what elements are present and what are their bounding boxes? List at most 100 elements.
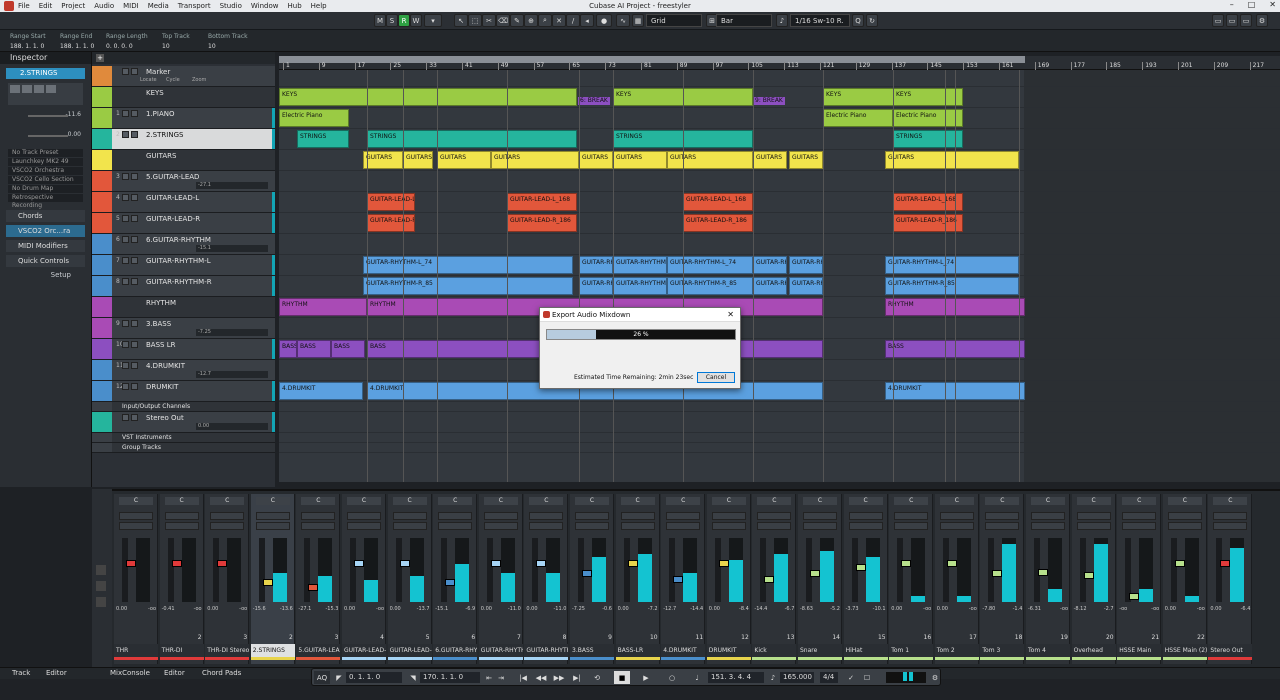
channel-volume-value[interactable]: 0.00 <box>709 606 720 612</box>
marker-option[interactable]: Locate <box>140 77 157 83</box>
mixer-channel[interactable]: C -7.25 -0.6 9 3.BASS <box>570 494 614 664</box>
event-clip[interactable]: STRINGS <box>367 130 577 148</box>
layout-bottom-icon[interactable]: ▭ <box>1226 14 1238 27</box>
snap-toggle-icon[interactable]: ▦ <box>632 14 644 27</box>
channel-fader-track[interactable] <box>1125 538 1140 602</box>
event-clip[interactable]: GUITAR-RHYTHM-L_74 <box>579 256 613 274</box>
hitpoint-icon[interactable]: ☐ <box>862 671 872 684</box>
track-name[interactable]: GUITAR-LEAD-R <box>146 215 200 223</box>
event-clip[interactable]: GUITAR-RHYTHM-R_85 <box>753 277 787 295</box>
mixer-channel[interactable]: C 0.00 -oo 3 THR-DI Stereo <box>205 494 250 664</box>
event-clip[interactable]: GUITARS <box>789 151 823 169</box>
channel-rw-buttons[interactable] <box>483 512 518 520</box>
inspector-section-3[interactable]: Quick Controls <box>6 255 85 267</box>
mute-button[interactable] <box>122 68 129 75</box>
track-volume-slider[interactable]: -15.1 <box>196 245 268 252</box>
zoom-tool-icon[interactable]: ⌕ <box>538 14 552 27</box>
channel-routing[interactable]: C <box>255 497 290 505</box>
write-button[interactable] <box>46 85 56 93</box>
track-name[interactable]: 4.DRUMKIT <box>146 362 185 370</box>
channel-name[interactable]: HSSE Main <box>1117 644 1162 658</box>
forward-icon[interactable]: ▶▶ <box>552 671 566 684</box>
channel-name[interactable]: Kick <box>752 644 797 658</box>
channel-insert-slot[interactable] <box>119 522 153 530</box>
event-clip[interactable]: GUITARS <box>885 151 1019 169</box>
color-tool-icon[interactable]: ● <box>596 14 612 27</box>
track-header[interactable]: Group Tracks <box>92 443 275 453</box>
channel-routing[interactable]: C <box>894 497 929 505</box>
fader-cap[interactable] <box>901 560 912 568</box>
tempo-display[interactable]: 165.000 <box>780 672 814 683</box>
fader-cap[interactable] <box>810 569 820 577</box>
channel-volume-value[interactable]: -27.1 <box>298 606 311 612</box>
channel-rw-buttons[interactable] <box>210 512 245 520</box>
left-locator-display[interactable]: 0. 1. 1. 0 <box>346 672 402 683</box>
fader-cap[interactable] <box>126 560 136 568</box>
channel-volume-value[interactable]: 0.00 <box>390 606 401 612</box>
event-clip[interactable]: KEYS <box>893 88 963 106</box>
inspector-track-name[interactable]: 2.STRINGS <box>6 68 85 79</box>
rewind-icon[interactable]: ◀◀ <box>534 671 548 684</box>
right-locator-icon[interactable]: ◥ <box>408 671 418 684</box>
fader-cap[interactable] <box>1220 560 1231 568</box>
fader-cap[interactable] <box>308 584 319 592</box>
channel-fader-track[interactable] <box>395 538 410 602</box>
info-value[interactable]: 10 <box>208 43 248 50</box>
fader-cap[interactable] <box>1129 593 1140 601</box>
channel-routing[interactable]: C <box>1122 497 1157 505</box>
channel-fader-track[interactable] <box>942 538 957 602</box>
channel-routing[interactable]: C <box>164 497 199 505</box>
channel-fader-track[interactable] <box>350 538 364 602</box>
zone-tab[interactable]: Chord Pads <box>202 669 241 677</box>
channel-volume-value[interactable]: 0.00 <box>618 606 629 612</box>
mixer-channel[interactable]: C 0.00 -11.0 7 GUITAR-RHYTH <box>478 494 523 664</box>
track-name[interactable]: GUITAR-LEAD-L <box>146 194 199 202</box>
mixer-channel[interactable]: C -14.4 -6.7 13 Kick <box>752 494 797 664</box>
mixer-channel[interactable]: C -12.7 -14.4 11 4.DRUMKIT <box>661 494 706 664</box>
mixer-channel[interactable]: C -7.80 -1.4 18 Tom 3 <box>980 494 1025 664</box>
solo-button[interactable] <box>131 320 138 327</box>
inspector-setting-row[interactable]: No Drum Map <box>8 185 83 193</box>
mixer-channel[interactable]: C 0.00 -11.0 8 GUITAR-RHYTH <box>524 494 569 664</box>
inspector-setting-row[interactable]: Launchkey MK2 49 <box>8 158 83 166</box>
channel-rw-buttons[interactable] <box>803 512 837 520</box>
routing-icon[interactable] <box>96 581 106 591</box>
channel-volume-value[interactable]: -15.6 <box>253 606 266 612</box>
track-header[interactable]: 3 5.GUITAR-LEAD -27.1 <box>92 171 275 192</box>
mixer-channel[interactable]: C 0.00 -oo 17 Tom 2 <box>934 494 979 664</box>
read-button[interactable] <box>34 85 44 93</box>
track-name[interactable]: Group Tracks <box>122 444 161 451</box>
track-lane[interactable] <box>279 171 1280 192</box>
inspector-section-1[interactable]: VSCO2 Orc...ra <box>6 225 85 237</box>
event-clip[interactable]: GUITAR-LEAD-R_186 <box>367 214 415 232</box>
channel-insert-slot[interactable] <box>985 522 1020 530</box>
mixer-channel[interactable]: C -6.31 -oo 19 Tom 4 <box>1026 494 1070 664</box>
menu-item-window[interactable]: Window <box>251 2 279 10</box>
track-name[interactable]: Input/Output Channels <box>122 403 190 410</box>
inspector-setting-row[interactable]: Retrospective Recording <box>8 194 83 209</box>
fader-cap[interactable] <box>855 564 866 572</box>
mixer-channel[interactable]: C -oo -oo 21 HSSE Main <box>1117 494 1162 664</box>
track-name[interactable]: KEYS <box>146 89 164 97</box>
track-header[interactable]: 8 GUITAR-RHYTHM-R <box>92 276 275 297</box>
track-lane[interactable] <box>279 412 1280 433</box>
mute-button[interactable] <box>122 383 129 390</box>
mixer-channel[interactable]: C -8.63 -5.2 14 Snare <box>798 494 842 664</box>
channel-insert-slot[interactable] <box>392 522 427 530</box>
channel-insert-slot[interactable] <box>1031 522 1065 530</box>
mute-button[interactable] <box>122 362 129 369</box>
channel-volume-value[interactable]: -0.41 <box>162 606 175 612</box>
marker-option[interactable]: Cycle <box>166 77 180 83</box>
event-clip[interactable]: GUITAR-LEAD-L_168 <box>683 193 753 211</box>
channel-volume-value[interactable]: -7.80 <box>982 606 995 612</box>
cycle-icon[interactable]: ⟲ <box>590 671 604 684</box>
solo-button[interactable] <box>131 236 138 243</box>
track-name[interactable]: 6.GUITAR-RHYTHM <box>146 236 211 244</box>
event-clip[interactable]: GUITAR-RHYTHM-L_74 <box>753 256 787 274</box>
right-locator-display[interactable]: 170. 1. 1. 0 <box>420 672 480 683</box>
menu-item-audio[interactable]: Audio <box>94 2 114 10</box>
track-name[interactable]: VST Instruments <box>122 434 172 441</box>
fader-cap[interactable] <box>673 575 684 583</box>
minimize-icon[interactable]: – <box>1230 0 1234 9</box>
fader-cap[interactable] <box>217 560 228 568</box>
